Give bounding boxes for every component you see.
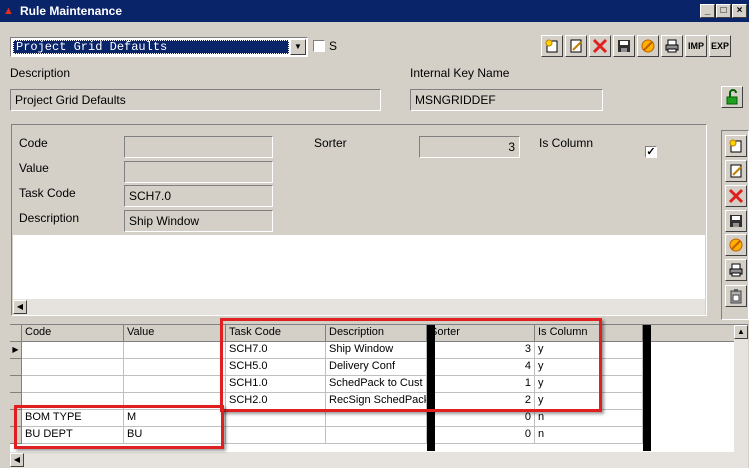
unlock-padlock-icon: [726, 89, 738, 105]
title-bar: ▲ Rule Maintenance _ □ ×: [0, 0, 749, 22]
table-cell[interactable]: [22, 359, 124, 376]
code-label: Code: [19, 136, 48, 150]
sorter-field[interactable]: 3: [419, 136, 520, 158]
code-field[interactable]: [124, 136, 273, 158]
table-cell[interactable]: [22, 342, 124, 359]
profile-dropdown-value: Project Grid Defaults: [16, 40, 168, 54]
column-header-value[interactable]: Value: [124, 325, 226, 342]
grid-corner: [10, 325, 22, 342]
new-document-icon: [729, 139, 742, 153]
row-header: [10, 359, 22, 376]
side-print-button[interactable]: [725, 259, 747, 281]
close-button[interactable]: ×: [732, 4, 747, 18]
side-edit-button[interactable]: [725, 160, 747, 182]
internal-key-label: Internal Key Name: [410, 66, 510, 80]
export-button[interactable]: EXP: [709, 35, 731, 57]
clipboard-icon: [730, 289, 742, 304]
table-cell[interactable]: 0: [427, 427, 535, 444]
unlock-button[interactable]: [721, 86, 743, 108]
table-cell[interactable]: [326, 427, 427, 444]
internal-key-field[interactable]: MSNGRIDDEF: [410, 89, 603, 111]
detail-description-label: Description: [19, 211, 80, 225]
rule-maintenance-window: ▲ Rule Maintenance _ □ × Project Grid De…: [0, 0, 749, 468]
edit-document-icon: [570, 39, 582, 53]
detail-horizontal-scrollbar[interactable]: ◀: [13, 299, 705, 315]
side-cancel-button[interactable]: [725, 234, 747, 256]
save-disk-icon: [618, 40, 630, 52]
grid-vertical-scrollbar[interactable]: ▲: [734, 325, 748, 455]
app-icon: ▲: [3, 5, 14, 17]
detail-description-field[interactable]: Ship Window: [124, 210, 273, 232]
minimize-button[interactable]: _: [700, 4, 715, 18]
value-field[interactable]: [124, 161, 273, 183]
window-title: Rule Maintenance: [20, 4, 123, 18]
column-divider: [643, 325, 651, 451]
side-delete-button[interactable]: [725, 185, 747, 207]
printer-icon: [729, 263, 743, 277]
scroll-left-icon[interactable]: ◀: [13, 300, 27, 314]
value-label: Value: [19, 161, 49, 175]
table-cell[interactable]: [124, 376, 226, 393]
scroll-up-icon[interactable]: ▲: [734, 325, 748, 339]
edit-record-button[interactable]: [565, 35, 587, 57]
save-button[interactable]: [613, 35, 635, 57]
print-button[interactable]: [661, 35, 683, 57]
side-save-button[interactable]: [725, 210, 747, 232]
new-document-icon: [545, 39, 558, 53]
is-column-label: Is Column: [539, 136, 594, 150]
highlight-box-code-rows: [14, 405, 224, 449]
save-disk-icon: [730, 215, 742, 227]
table-cell[interactable]: [226, 427, 326, 444]
row-header: [10, 376, 22, 393]
side-new-button[interactable]: [725, 135, 747, 157]
column-header-extra: [643, 325, 735, 342]
new-record-button[interactable]: [541, 35, 563, 57]
table-cell[interactable]: n: [535, 410, 643, 427]
table-cell[interactable]: [124, 359, 226, 376]
is-column-checkbox[interactable]: ✓: [645, 146, 657, 158]
side-paste-button[interactable]: [725, 285, 747, 307]
edit-document-icon: [730, 164, 742, 178]
delete-record-button[interactable]: [589, 35, 611, 57]
scroll-left-icon[interactable]: ◀: [10, 453, 24, 467]
chevron-down-icon[interactable]: ▼: [290, 39, 306, 55]
export-button-label: EXP: [710, 41, 729, 51]
maximize-button[interactable]: □: [716, 4, 731, 18]
delete-x-icon: [592, 38, 608, 54]
profile-dropdown[interactable]: Project Grid Defaults ▼: [10, 37, 308, 57]
task-code-field[interactable]: SCH7.0: [124, 185, 273, 207]
table-cell[interactable]: [124, 342, 226, 359]
table-cell[interactable]: [326, 410, 427, 427]
detail-blank-area: [13, 235, 705, 299]
table-cell[interactable]: n: [535, 427, 643, 444]
column-header-code[interactable]: Code: [22, 325, 124, 342]
printer-icon: [665, 39, 679, 53]
detail-panel: Code Value Task Code SCH7.0 Description …: [11, 124, 707, 316]
current-row-indicator-icon: ▶: [10, 342, 22, 359]
cancel-button[interactable]: [637, 35, 659, 57]
s-label: S: [329, 39, 338, 53]
description-field[interactable]: Project Grid Defaults: [10, 89, 381, 111]
import-button-label: IMP: [687, 41, 704, 51]
delete-x-icon: [728, 188, 744, 204]
table-cell[interactable]: [22, 376, 124, 393]
cancel-circle-icon: [729, 238, 743, 252]
highlight-box-task-columns: [220, 318, 602, 412]
sorter-label: Sorter: [314, 136, 347, 150]
grid-horizontal-scrollbar[interactable]: ◀: [10, 452, 748, 468]
s-checkbox[interactable]: [313, 40, 325, 52]
import-button[interactable]: IMP: [685, 35, 707, 57]
task-code-label: Task Code: [19, 186, 76, 200]
cancel-circle-icon: [641, 39, 655, 53]
table-cell[interactable]: [226, 410, 326, 427]
table-cell[interactable]: 0: [427, 410, 535, 427]
description-label: Description: [10, 66, 71, 80]
